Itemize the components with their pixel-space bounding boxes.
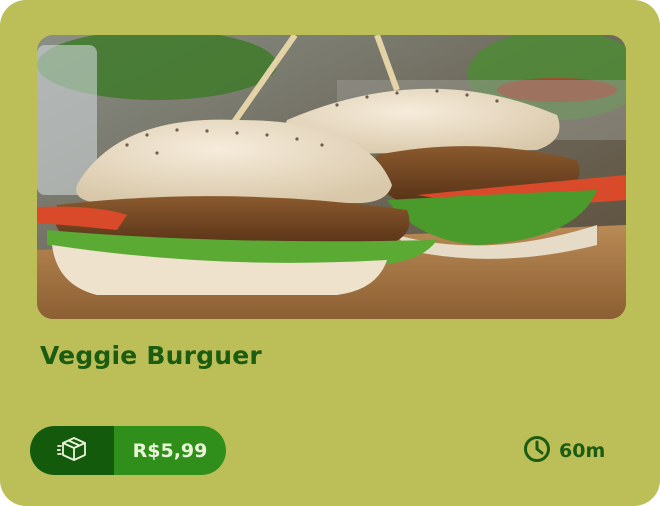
price-label: R$5,99 — [132, 439, 208, 462]
prep-time: 60m — [523, 435, 606, 468]
product-card[interactable]: Veggie Burguer R$5,99 60m — [0, 0, 660, 506]
prep-time-label: 60m — [559, 440, 606, 462]
price-button[interactable]: R$5,99 — [30, 426, 226, 475]
delivery-box-icon — [56, 434, 87, 468]
product-title: Veggie Burguer — [40, 341, 262, 370]
delivery-segment[interactable] — [30, 426, 114, 475]
clock-icon — [523, 435, 551, 468]
product-photo — [37, 35, 626, 319]
